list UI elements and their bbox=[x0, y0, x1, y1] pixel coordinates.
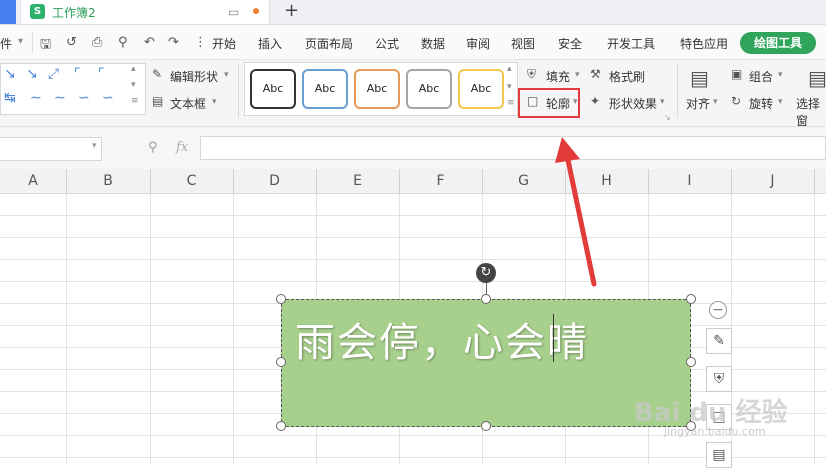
watermark-logo: Bai du 经验 bbox=[634, 398, 788, 428]
watermark-url: jingyan.baidu.com bbox=[664, 425, 766, 438]
